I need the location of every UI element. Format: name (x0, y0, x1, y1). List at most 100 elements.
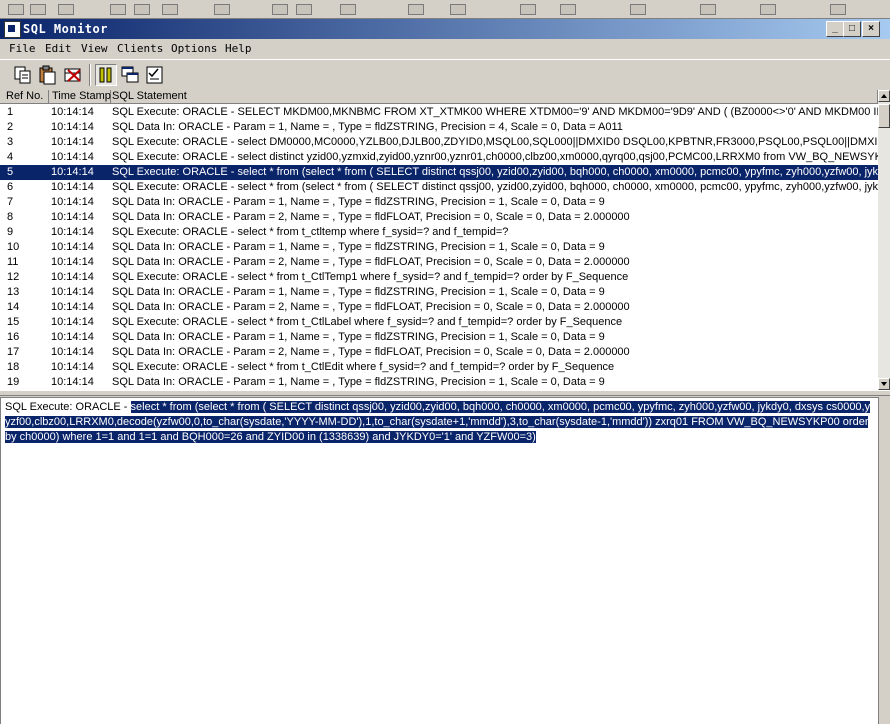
row-time-cell: 10:14:14 (51, 376, 94, 388)
row-time-cell: 10:14:14 (51, 286, 94, 298)
table-row[interactable]: 18 10:14:14 SQL Execute: ORACLE - select *… (0, 360, 878, 375)
toolbar-separator (89, 64, 91, 86)
ide-tool-icon (296, 4, 312, 15)
row-sql-cell: SQL Data In: ORACLE - Param = 1, Name = … (112, 121, 623, 133)
table-row[interactable]: 3 10:14:14 SQL Execute: ORACLE - select DM… (0, 135, 878, 150)
row-ref-cell: 17 (7, 346, 20, 358)
table-row[interactable]: 10 10:14:14 SQL Data In: ORACLE - Param = … (0, 240, 878, 255)
column-header-time[interactable]: Time Stamp (49, 90, 111, 104)
close-button[interactable]: × (862, 21, 880, 37)
menu-file[interactable]: File (9, 42, 36, 55)
ide-tool-icon (408, 4, 424, 15)
row-ref-cell: 3 (7, 136, 14, 148)
scroll-down-button[interactable] (878, 378, 890, 390)
row-sql-cell: SQL Data In: ORACLE - Param = 2, Name = … (112, 301, 630, 313)
row-sql-cell: SQL Execute: ORACLE - select * from t_Ct… (112, 361, 615, 373)
column-header-ref[interactable]: Ref No. (0, 90, 49, 104)
row-sql-cell: SQL Data In: ORACLE - Param = 2, Name = … (112, 256, 630, 268)
table-row[interactable]: 4 10:14:14 SQL Execute: ORACLE - select di… (0, 150, 878, 165)
row-time-cell: 10:14:14 (51, 181, 94, 193)
table-row[interactable]: 11 10:14:14 SQL Data In: ORACLE - Param = … (0, 255, 878, 270)
row-ref-cell: 9 (7, 226, 14, 238)
table-row[interactable]: 5 10:14:14 SQL Execute: ORACLE - select * … (0, 165, 878, 180)
sql-log-table[interactable]: Ref No. Time Stamp SQL Statement 1 10:14:… (0, 90, 878, 390)
column-header-sql[interactable]: SQL Statement (111, 90, 878, 104)
row-ref-cell: 10 (7, 241, 20, 253)
table-row[interactable]: 12 10:14:14 SQL Execute: ORACLE - select *… (0, 270, 878, 285)
row-ref-cell: 14 (7, 301, 20, 313)
row-sql-cell: SQL Execute: ORACLE - select * from (sel… (112, 166, 878, 178)
row-ref-cell: 11 (7, 256, 19, 268)
row-sql-cell: SQL Execute: ORACLE - select * from (sel… (112, 181, 878, 193)
scroll-up-button[interactable] (878, 90, 890, 102)
clear-icon[interactable] (62, 64, 84, 86)
row-ref-cell: 15 (7, 316, 20, 328)
row-sql-cell: SQL Data In: ORACLE - Param = 2, Name = … (112, 346, 630, 358)
ide-tool-icon (450, 4, 466, 15)
row-ref-cell: 5 (7, 166, 14, 178)
table-row[interactable]: 16 10:14:14 SQL Data In: ORACLE - Param = … (0, 330, 878, 345)
row-sql-cell: SQL Data In: ORACLE - Param = 1, Name = … (112, 286, 605, 298)
table-row[interactable]: 8 10:14:14 SQL Data In: ORACLE - Param = 2… (0, 210, 878, 225)
checklist-icon[interactable] (144, 64, 166, 86)
table-row[interactable]: 1 10:14:14 SQL Execute: ORACLE - SELECT MK… (0, 105, 878, 120)
ide-tool-icon (830, 4, 846, 15)
ide-tool-icon (134, 4, 150, 15)
row-ref-cell: 7 (7, 196, 14, 208)
sql-detail-prefix: SQL Execute: ORACLE - (5, 401, 131, 413)
title-bar[interactable]: SQL Monitor _ □ × (0, 19, 890, 39)
menu-clients[interactable]: Clients (117, 42, 163, 55)
menu-edit[interactable]: Edit (45, 42, 72, 55)
row-sql-cell: SQL Data In: ORACLE - Param = 1, Name = … (112, 331, 605, 343)
row-time-cell: 10:14:14 (51, 121, 94, 133)
windows-icon[interactable] (119, 64, 141, 86)
toolbar (0, 59, 890, 91)
row-ref-cell: 1 (7, 106, 14, 118)
pause-icon[interactable] (95, 64, 117, 86)
ide-tool-icon (162, 4, 178, 15)
ide-tool-icon (520, 4, 536, 15)
sql-detail-selection: select * from (select * from ( SELECT di… (5, 401, 871, 443)
row-sql-cell: SQL Execute: ORACLE - select * from t_Ct… (112, 271, 629, 283)
maximize-button[interactable]: □ (843, 21, 861, 37)
ide-tool-icon (58, 4, 74, 15)
row-sql-cell: SQL Execute: ORACLE - select * from t_Ct… (112, 316, 623, 328)
ide-tool-icon (560, 4, 576, 15)
table-row[interactable]: 6 10:14:14 SQL Execute: ORACLE - select * … (0, 180, 878, 195)
table-row[interactable]: 13 10:14:14 SQL Data In: ORACLE - Param = … (0, 285, 878, 300)
menu-help[interactable]: Help (225, 42, 252, 55)
row-ref-cell: 8 (7, 211, 14, 223)
row-ref-cell: 16 (7, 331, 20, 343)
row-sql-cell: SQL Execute: ORACLE - select DM0000,MC00… (112, 136, 878, 148)
sql-detail-text[interactable]: SQL Execute: ORACLE - select * from (sel… (5, 400, 873, 445)
ide-tool-icon (110, 4, 126, 15)
table-scrollbar[interactable] (878, 90, 890, 390)
table-row[interactable]: 7 10:14:14 SQL Data In: ORACLE - Param = 1… (0, 195, 878, 210)
sql-detail-pane[interactable]: SQL Execute: ORACLE - select * from (sel… (0, 397, 878, 724)
row-ref-cell: 13 (7, 286, 20, 298)
table-row[interactable]: 14 10:14:14 SQL Data In: ORACLE - Param = … (0, 300, 878, 315)
table-row[interactable]: 17 10:14:14 SQL Data In: ORACLE - Param = … (0, 345, 878, 360)
pane-splitter[interactable] (0, 390, 890, 396)
table-row[interactable]: 15 10:14:14 SQL Execute: ORACLE - select *… (0, 315, 878, 330)
table-row[interactable]: 9 10:14:14 SQL Execute: ORACLE - select * … (0, 225, 878, 240)
copy-icon[interactable] (12, 64, 34, 86)
paste-icon[interactable] (37, 64, 59, 86)
row-time-cell: 10:14:14 (51, 361, 94, 373)
menu-options[interactable]: Options (171, 42, 217, 55)
menu-view[interactable]: View (81, 42, 108, 55)
minimize-button[interactable]: _ (826, 21, 844, 37)
scroll-thumb[interactable] (878, 104, 890, 128)
ide-tool-icon (272, 4, 288, 15)
table-row[interactable]: 2 10:14:14 SQL Data In: ORACLE - Param = 1… (0, 120, 878, 135)
background-ide-toolbar (0, 0, 890, 19)
detail-scrollbar[interactable] (878, 397, 890, 724)
ide-tool-icon (30, 4, 46, 15)
table-row[interactable]: 19 10:14:14 SQL Data In: ORACLE - Param = … (0, 375, 878, 390)
row-sql-cell: SQL Execute: ORACLE - SELECT MKDM00,MKNB… (112, 106, 878, 118)
row-sql-cell: SQL Data In: ORACLE - Param = 1, Name = … (112, 196, 605, 208)
ide-tool-icon (760, 4, 776, 15)
app-icon[interactable] (4, 21, 21, 38)
row-time-cell: 10:14:14 (51, 106, 94, 118)
row-sql-cell: SQL Data In: ORACLE - Param = 1, Name = … (112, 376, 605, 388)
